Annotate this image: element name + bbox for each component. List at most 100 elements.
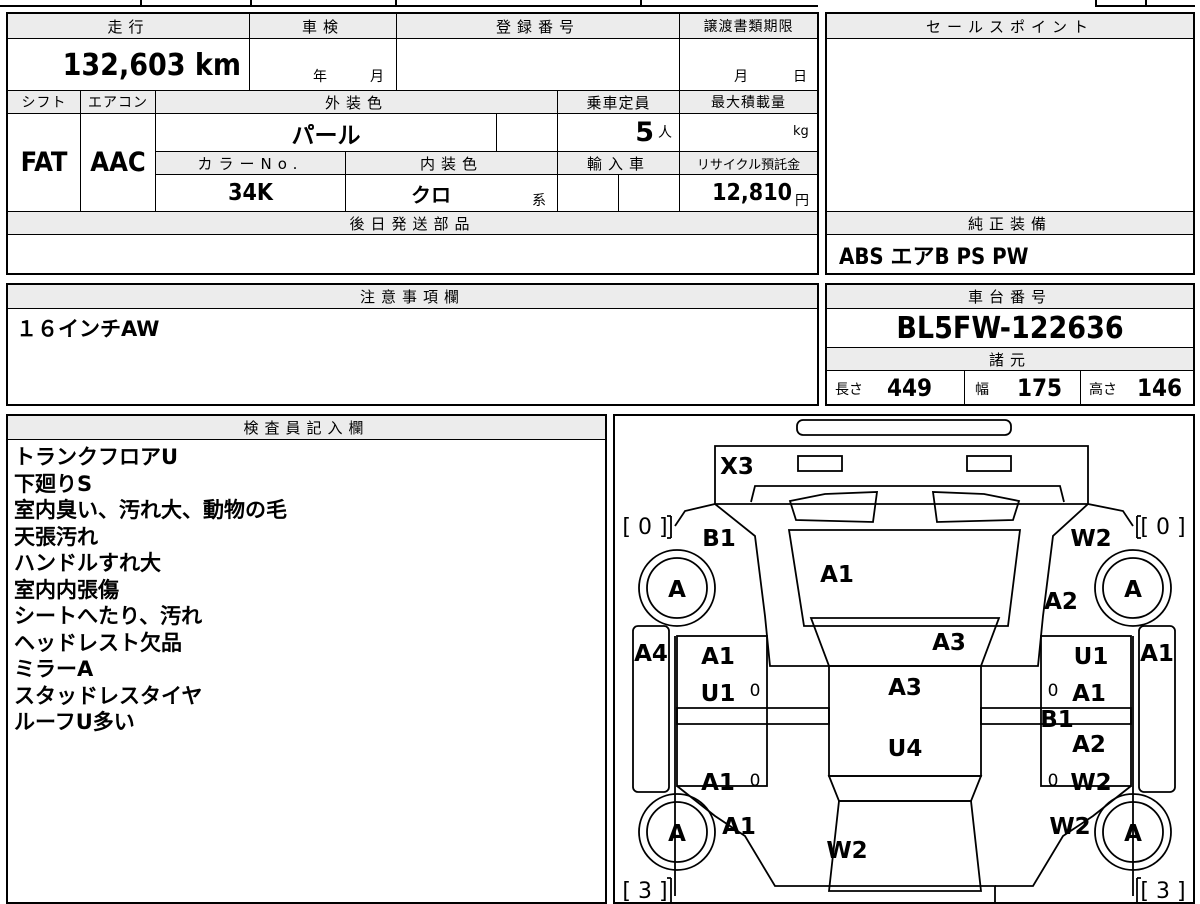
note-item: ルーフU多い	[14, 710, 135, 734]
top-strip	[0, 0, 1200, 8]
left-pillar-shape	[676, 707, 830, 725]
spoiler-right-shape	[931, 491, 1021, 523]
color-no-label: カラーNo.	[156, 152, 345, 174]
tread-front-right: [ 3 ]	[1140, 879, 1185, 902]
mark-cabin: A3	[888, 675, 922, 701]
caution-box: 注意事項欄 １６インチAW	[6, 283, 819, 406]
mark-rear-right-fender-2: A2	[1044, 589, 1078, 615]
mark-left-rear-door: A1	[701, 644, 735, 670]
exterior-color-value: パール	[291, 122, 361, 149]
zero-marker: 0	[750, 771, 761, 791]
shift-label: シフト	[8, 91, 80, 113]
damage-diagram-box: [ 0 ] [ 0 ] [ 3 ] [ 3 ] A A A A X3 B1 W2…	[613, 414, 1195, 904]
length-label: 長さ	[835, 382, 863, 398]
inspector-notes-box: 検査員記入欄 トランクフロアU 下廻りS 室内臭い、汚れ大、動物の毛 天張汚れ …	[6, 414, 607, 904]
recycle-deposit-label: リサイクル預託金	[680, 152, 817, 174]
exterior-color-label: 外装色	[156, 91, 557, 113]
width-label: 幅	[975, 382, 989, 398]
wheel-rear-right-mark: A	[1124, 577, 1142, 603]
interior-color-label: 内装色	[346, 152, 557, 174]
mark-rear-glass: A1	[820, 562, 854, 588]
aircon-label: エアコン	[81, 91, 155, 113]
mark-trunk: X3	[720, 454, 754, 480]
transfer-deadline-label: 譲渡書類期限	[680, 14, 817, 38]
inspection-label: 車検	[250, 14, 396, 38]
tread-front-left: [ 3 ]	[622, 879, 667, 902]
caution-label: 注意事項欄	[8, 285, 817, 308]
mark-right-rear-door-2: A1	[1072, 681, 1106, 707]
note-item: シートへたり、汚れ	[14, 604, 203, 628]
capacity-value: 5	[635, 117, 654, 148]
zero-marker: 0	[1048, 771, 1059, 791]
mark-left-front-door: A1	[701, 770, 735, 796]
mark-left-rear-door-2: U1	[701, 681, 736, 707]
mileage-label: 走行	[8, 14, 249, 38]
mark-rear-right-fender: W2	[1070, 526, 1111, 552]
capacity-unit: 人	[658, 125, 672, 141]
width-value: 175	[1017, 374, 1063, 402]
transfer-day: 日	[793, 69, 807, 85]
inspection-month-unit: 月	[370, 69, 384, 85]
note-item: 室内内張傷	[14, 577, 119, 602]
max-load-unit: kg	[793, 124, 809, 139]
note-item: スタッドレスタイヤ	[14, 683, 203, 708]
note-item: ヘッドレスト欠品	[14, 630, 182, 655]
note-item: 室内臭い、汚れ大、動物の毛	[14, 498, 287, 522]
height-label: 高さ	[1089, 382, 1117, 398]
inspection-year-unit: 年	[313, 69, 327, 85]
wheel-front-right-mark: A	[1124, 821, 1142, 847]
rear-bumper-shape	[796, 419, 1012, 436]
equipment-value: ABS エアB PS PW	[839, 245, 1029, 270]
bracket-fl	[667, 515, 672, 539]
caution-value: １６インチAW	[16, 317, 160, 341]
mark-right-pillar: B1	[1040, 707, 1074, 733]
equipment-label: 純正装備	[827, 212, 1193, 234]
interior-color-unit: 系	[532, 193, 546, 209]
note-item: ハンドルすれ大	[14, 551, 161, 575]
windshield-shape	[827, 775, 983, 802]
mark-right-side: A1	[1140, 641, 1174, 667]
spoiler-left-shape	[788, 491, 879, 523]
registration-label: 登録番号	[397, 14, 679, 38]
mark-right-front-door: A2	[1072, 732, 1106, 758]
color-no-value: 34K	[228, 180, 273, 206]
note-item: ミラーA	[14, 657, 94, 681]
import-label: 輸入車	[558, 152, 679, 174]
mark-cabin-mid: U4	[888, 736, 923, 762]
mark-right-front-door-2: W2	[1070, 770, 1111, 796]
car-diagram: [ 0 ] [ 0 ] [ 3 ] [ 3 ] A A A A X3 B1 W2…	[622, 419, 1186, 902]
trunk-panel-shape	[714, 445, 1089, 505]
note-item: 天張汚れ	[14, 524, 98, 549]
mark-front-right-fender: W2	[1049, 814, 1090, 840]
recycle-deposit-unit: 円	[795, 193, 809, 209]
zero-marker: 0	[750, 681, 761, 701]
shift-value: FAT	[20, 147, 68, 178]
later-parts-label: 後日発送部品	[8, 212, 817, 234]
mark-left-side: A4	[634, 641, 668, 667]
tread-rear-right: [ 0 ]	[1140, 515, 1185, 540]
bracket-rl	[667, 877, 672, 902]
wheel-rear-left-mark: A	[668, 577, 686, 603]
length-value: 449	[887, 374, 933, 402]
capacity-label: 乗車定員	[558, 91, 679, 113]
mark-rear-left-fender: B1	[702, 526, 736, 552]
vehicle-info-grid: 走行 車検 登録番号 譲渡書類期限 132,603 km 年 月 月 日 シフト…	[6, 12, 819, 275]
sales-point-box: セールスポイント 純正装備 ABS エアB PS PW	[825, 12, 1195, 275]
note-item: トランクフロアU	[14, 445, 179, 469]
specs-label: 諸元	[827, 348, 1193, 370]
interior-color-value: クロ	[411, 182, 451, 207]
tread-rear-left: [ 0 ]	[622, 515, 667, 540]
right-tail-lamp-shape	[966, 455, 1012, 472]
aircon-value: AAC	[90, 147, 146, 178]
chassis-box: 車台番号 BL5FW-122636 諸元 長さ 449 幅 175 高さ 146	[825, 283, 1195, 406]
mark-hood: W2	[826, 838, 867, 864]
height-value: 146	[1137, 374, 1183, 402]
wheel-front-left-mark: A	[668, 821, 686, 847]
max-load-label: 最大積載量	[680, 91, 817, 113]
left-tail-lamp-shape	[797, 455, 843, 472]
mileage-value: 132,603 km	[62, 47, 241, 83]
inspector-label: 検査員記入欄	[8, 416, 605, 439]
zero-marker: 0	[1048, 681, 1059, 701]
mark-front-left-fender: A1	[722, 814, 756, 840]
note-item: 下廻りS	[14, 471, 93, 496]
